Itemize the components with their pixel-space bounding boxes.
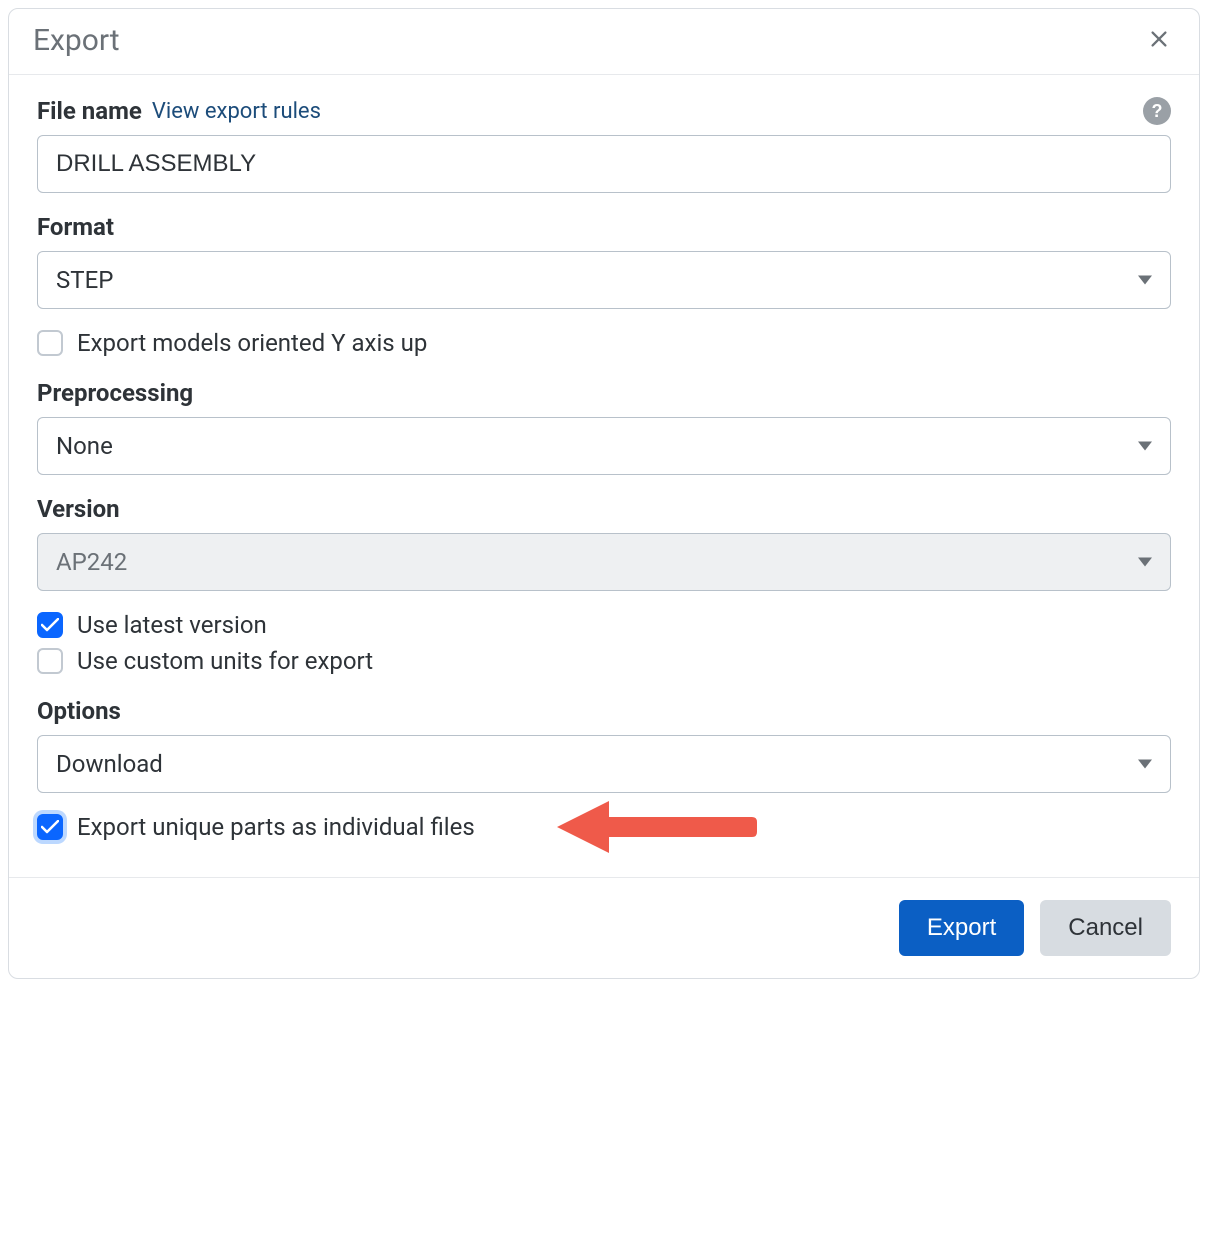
close-button[interactable]	[1143, 25, 1175, 57]
file-name-label: File name	[37, 97, 142, 125]
field-format: Format STEP	[37, 213, 1171, 309]
use-latest-version-row: Use latest version	[37, 611, 1171, 639]
preprocessing-label: Preprocessing	[37, 379, 193, 407]
view-export-rules-link[interactable]: View export rules	[152, 99, 321, 124]
chevron-down-icon	[1138, 760, 1152, 769]
version-label: Version	[37, 495, 120, 523]
chevron-down-icon	[1138, 442, 1152, 451]
dialog-title: Export	[33, 23, 120, 58]
preprocessing-value: None	[56, 432, 113, 460]
chevron-down-icon	[1138, 276, 1152, 285]
close-icon	[1148, 28, 1170, 53]
format-label: Format	[37, 213, 114, 241]
cancel-button[interactable]: Cancel	[1040, 900, 1171, 956]
use-custom-units-checkbox[interactable]	[37, 648, 63, 674]
export-button[interactable]: Export	[899, 900, 1024, 956]
use-custom-units-label[interactable]: Use custom units for export	[77, 647, 373, 675]
field-version: Version AP242	[37, 495, 1171, 591]
dialog-footer: Export Cancel	[9, 877, 1199, 978]
dialog-body: File name View export rules ? Format STE…	[9, 75, 1199, 877]
version-value: AP242	[56, 548, 127, 576]
field-file-name: File name View export rules ?	[37, 97, 1171, 193]
export-unique-parts-label[interactable]: Export unique parts as individual files	[77, 813, 475, 841]
y-axis-up-label[interactable]: Export models oriented Y axis up	[77, 329, 427, 357]
options-select[interactable]: Download	[37, 735, 1171, 793]
format-select[interactable]: STEP	[37, 251, 1171, 309]
export-unique-parts-checkbox[interactable]	[37, 814, 63, 840]
use-latest-version-checkbox[interactable]	[37, 612, 63, 638]
annotation-arrow-icon	[557, 797, 757, 857]
options-label: Options	[37, 697, 121, 725]
file-name-input[interactable]	[37, 135, 1171, 193]
preprocessing-select[interactable]: None	[37, 417, 1171, 475]
y-axis-up-checkbox[interactable]	[37, 330, 63, 356]
y-axis-up-row: Export models oriented Y axis up	[37, 329, 1171, 357]
version-select: AP242	[37, 533, 1171, 591]
field-options: Options Download	[37, 697, 1171, 793]
dialog-header: Export	[9, 9, 1199, 75]
use-latest-version-label[interactable]: Use latest version	[77, 611, 267, 639]
help-icon[interactable]: ?	[1143, 97, 1171, 125]
format-value: STEP	[56, 266, 113, 294]
chevron-down-icon	[1138, 558, 1152, 567]
use-custom-units-row: Use custom units for export	[37, 647, 1171, 675]
export-dialog: Export File name View export rules ? For…	[8, 8, 1200, 979]
options-value: Download	[56, 750, 163, 778]
field-preprocessing: Preprocessing None	[37, 379, 1171, 475]
